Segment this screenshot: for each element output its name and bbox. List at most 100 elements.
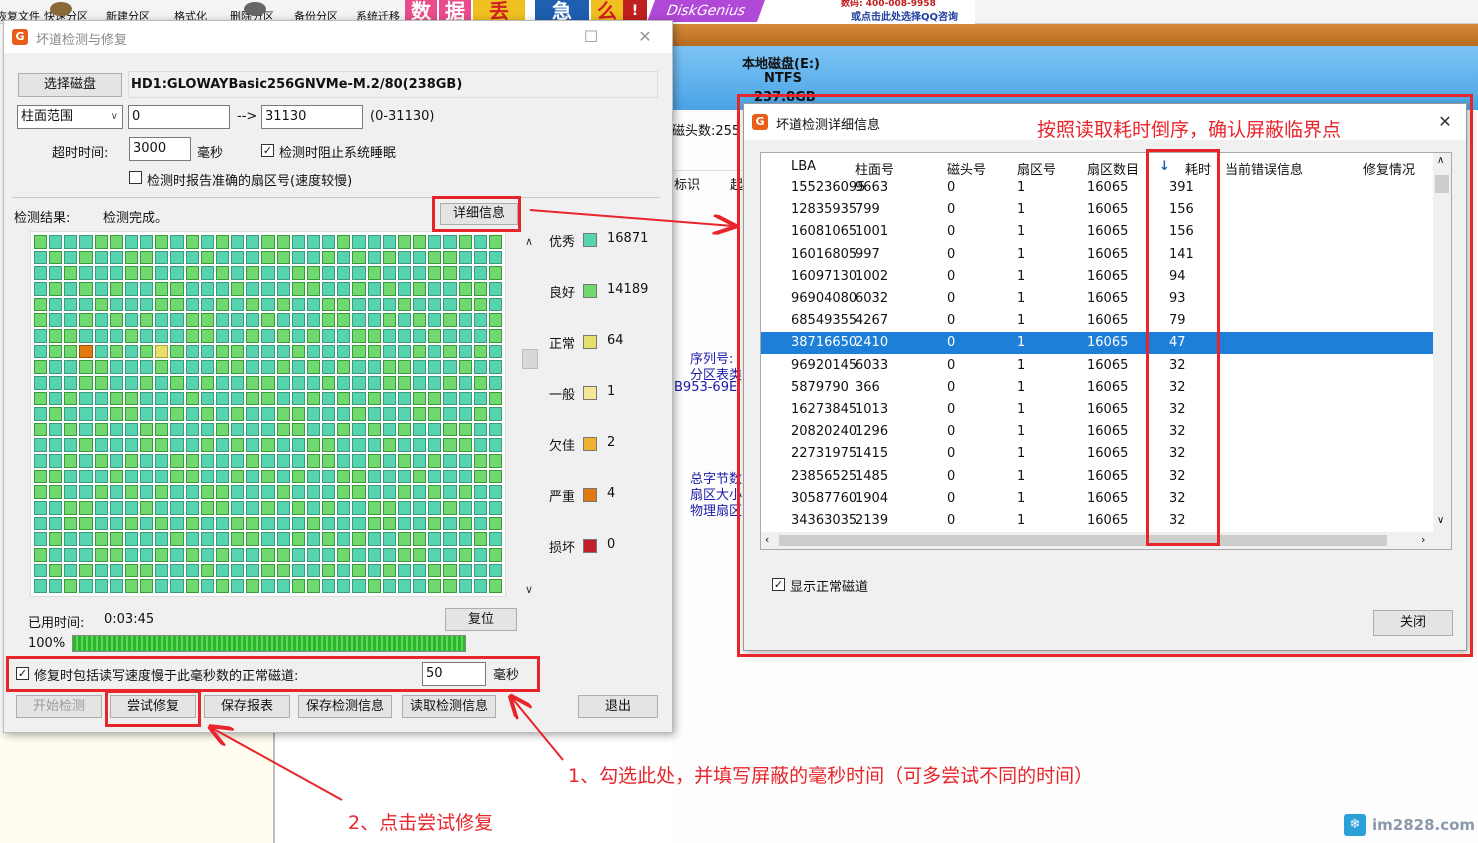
sector-cell <box>382 469 396 484</box>
sector-cell <box>337 438 351 453</box>
range-from-input[interactable]: 0 <box>128 105 230 129</box>
sector-cell <box>140 281 154 296</box>
sector-cell <box>140 532 154 547</box>
dialog-titlebar[interactable]: G 坏道检测与修复 ☐ ✕ <box>4 21 672 53</box>
sector-cell <box>428 579 442 593</box>
sector-cell <box>79 438 93 453</box>
sector-cell <box>246 516 260 531</box>
sector-cell <box>64 313 78 327</box>
sector-cell <box>155 328 169 343</box>
sector-cell <box>443 281 457 296</box>
range-to-input[interactable]: 31130 <box>261 105 363 129</box>
sector-cell <box>337 422 351 437</box>
sector-cell <box>322 548 336 562</box>
sector-cell <box>170 532 184 547</box>
close-icon[interactable]: ✕ <box>630 25 660 49</box>
range-arrow: --> <box>237 109 258 124</box>
sector-cell <box>382 281 396 296</box>
sector-cell <box>64 548 78 562</box>
sector-cell <box>94 313 108 327</box>
sector-cell <box>64 579 78 593</box>
reset-button[interactable]: 复位 <box>445 608 517 631</box>
sector-cell <box>443 532 457 547</box>
sector-cell <box>473 469 487 484</box>
report-sector-checkbox[interactable] <box>129 171 142 184</box>
timeout-label: 超时时间: <box>52 146 109 161</box>
legend-label: 欠佳 <box>549 439 576 454</box>
sector-cell <box>352 313 366 327</box>
legend-scroll-thumb[interactable] <box>522 349 538 369</box>
sector-cell <box>215 563 230 578</box>
sector-cell <box>291 501 305 515</box>
sector-cell <box>443 469 457 484</box>
prevent-sleep-checkbox[interactable]: ✓ <box>261 144 274 157</box>
sector-cell <box>367 563 381 578</box>
sector-cell <box>79 344 93 359</box>
range-type-value: 柱面范围 <box>21 109 74 124</box>
sector-cell <box>140 516 154 531</box>
sector-cell <box>185 548 199 562</box>
sector-cell <box>261 532 275 547</box>
sector-cell <box>306 360 321 374</box>
sector-cell <box>140 407 154 421</box>
sector-cell <box>367 250 381 265</box>
legend-swatch <box>583 539 597 553</box>
disk-name-display: HD1:GLOWAYBasic256GNVMe-M.2/80(238GB) <box>128 71 658 98</box>
sector-cell <box>34 313 48 327</box>
sector-cell <box>382 563 396 578</box>
sector-cell <box>109 297 123 312</box>
sector-cell <box>276 422 290 437</box>
exit-button[interactable]: 退出 <box>578 695 658 718</box>
sector-cell <box>200 422 214 437</box>
legend-value: 4 <box>607 486 616 501</box>
sector-cell <box>170 422 184 437</box>
sector-cell <box>185 422 199 437</box>
sector-cell <box>473 501 487 515</box>
sector-cell <box>488 391 502 406</box>
maximize-icon[interactable]: ☐ <box>576 25 606 49</box>
sector-cell <box>185 407 199 421</box>
timeout-input[interactable]: 3000 <box>129 137 191 161</box>
save-report-button[interactable]: 保存报表 <box>204 695 290 718</box>
sector-cell <box>185 532 199 547</box>
sector-cell <box>337 548 351 562</box>
select-disk-button[interactable]: 选择磁盘 <box>18 73 122 97</box>
sector-cell <box>185 485 199 500</box>
sector-cell <box>488 360 502 374</box>
start-detect-button[interactable]: 开始检测 <box>16 695 102 718</box>
sector-cell <box>79 563 93 578</box>
legend-value: 16871 <box>607 231 649 246</box>
sector-cell <box>428 501 442 515</box>
scroll-down-icon[interactable]: ∨ <box>525 583 533 596</box>
sector-cell <box>109 469 123 484</box>
sector-cell <box>397 485 412 500</box>
save-info-button[interactable]: 保存检测信息 <box>298 695 392 718</box>
sector-cell <box>170 563 184 578</box>
sector-cell <box>306 422 321 437</box>
legend-label: 一般 <box>549 388 576 403</box>
sector-cell <box>291 250 305 265</box>
sector-cell <box>200 407 214 421</box>
sector-cell <box>49 344 63 359</box>
sector-cell <box>382 313 396 327</box>
sector-cell <box>261 375 275 390</box>
sector-cell <box>306 485 321 500</box>
sector-cell <box>276 391 290 406</box>
scroll-up-icon[interactable]: ∧ <box>525 235 533 248</box>
sector-cell <box>109 344 123 359</box>
sector-cell <box>64 438 78 453</box>
sector-cell <box>488 563 502 578</box>
sector-cell <box>306 454 321 468</box>
sector-cell <box>140 501 154 515</box>
sector-cell <box>200 266 214 280</box>
range-type-select[interactable]: 柱面范围 ∨ <box>17 105 123 129</box>
banner-contact-2: 或点击此处选择QQ咨询 <box>851 12 959 23</box>
read-info-button[interactable]: 读取检测信息 <box>402 695 496 718</box>
sector-cell <box>397 469 412 484</box>
sector-cell <box>276 375 290 390</box>
sector-cell <box>124 407 139 421</box>
legend-value: 64 <box>607 333 624 348</box>
sector-cell <box>382 250 396 265</box>
sector-cell <box>140 391 154 406</box>
sector-cell <box>443 407 457 421</box>
